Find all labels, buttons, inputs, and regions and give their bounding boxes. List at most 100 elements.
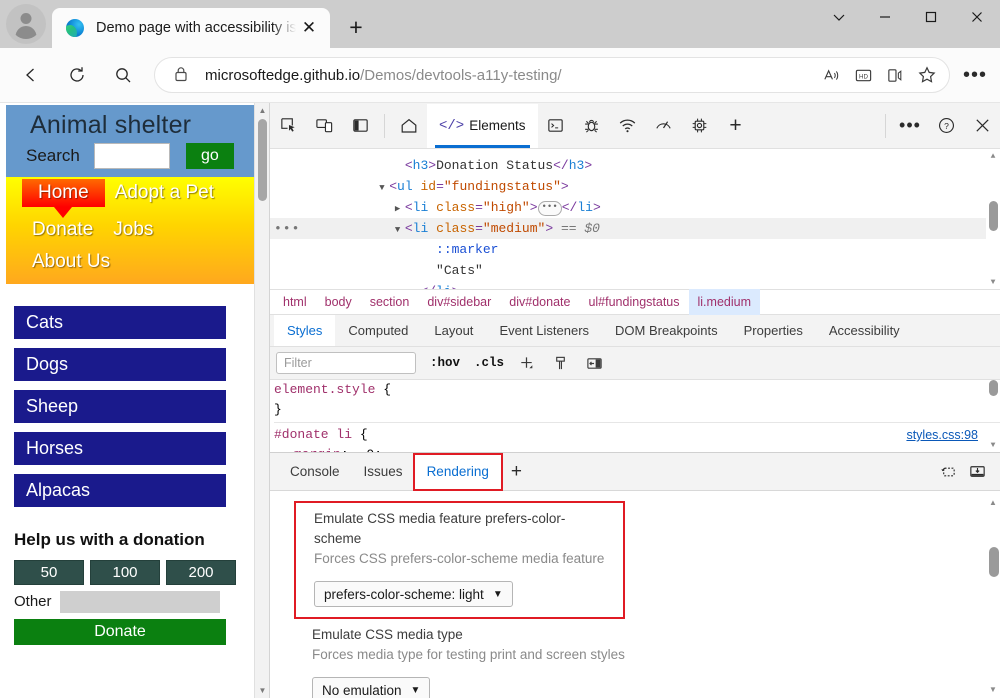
amount-button-50[interactable]: 50: [14, 559, 84, 585]
breadcrumb-item[interactable]: body: [316, 289, 361, 315]
cls-toggle[interactable]: .cls: [474, 356, 504, 370]
inspect-element-icon[interactable]: [272, 111, 304, 141]
help-icon[interactable]: ?: [930, 111, 962, 141]
dom-scroll-up-icon[interactable]: ▲: [986, 149, 1000, 163]
breadcrumb-item[interactable]: ul#fundingstatus: [579, 289, 688, 315]
dom-row-menu-icon[interactable]: •••: [274, 218, 300, 239]
styles-filter-input[interactable]: Filter: [276, 352, 416, 374]
chevron-down-icon[interactable]: [816, 0, 862, 34]
drawer-tab-rendering[interactable]: Rendering: [412, 452, 503, 491]
style-rule-element[interactable]: element.style {: [274, 380, 1000, 400]
dom-tree-scrollbar[interactable]: ▲ ▼: [986, 149, 1000, 289]
hd-icon[interactable]: HD: [847, 59, 879, 91]
dom-collapsed-children-icon[interactable]: •••: [537, 201, 562, 216]
browser-more-button[interactable]: •••: [958, 58, 992, 92]
nav-item-adopt-a-pet[interactable]: Adopt a Pet: [105, 179, 224, 207]
amount-button-200[interactable]: 200: [166, 559, 236, 585]
style-rule-donate[interactable]: #donate li { styles.css:98: [274, 425, 1000, 445]
animal-item-alpacas[interactable]: Alpacas: [14, 473, 226, 507]
immersive-reader-icon[interactable]: [879, 59, 911, 91]
expand-arrow-icon[interactable]: ▸: [356, 446, 366, 452]
dom-scroll-thumb[interactable]: [989, 201, 998, 231]
devtools-more-button[interactable]: •••: [894, 111, 926, 141]
styles-tab-layout[interactable]: Layout: [421, 315, 486, 346]
nav-item-donate[interactable]: Donate: [22, 216, 103, 244]
dock-bottom-icon[interactable]: [962, 459, 992, 485]
styles-tab-accessibility[interactable]: Accessibility: [816, 315, 913, 346]
rendering-scroll-down-icon[interactable]: ▼: [986, 682, 1000, 696]
donate-button[interactable]: Donate: [14, 618, 226, 645]
dom-tree-row[interactable]: "Cats": [270, 260, 1000, 281]
scroll-down-arrow-icon[interactable]: ▼: [255, 683, 269, 698]
dom-tree-row[interactable]: </li>: [270, 281, 1000, 289]
tab-elements[interactable]: </> Elements: [427, 103, 538, 148]
dom-toggle-icon[interactable]: ▶: [395, 199, 405, 220]
breadcrumb[interactable]: html body section div#sidebar div#donate ul#f…: [270, 289, 1000, 315]
back-arrow-icon[interactable]: [13, 57, 49, 93]
console-icon[interactable]: [540, 111, 572, 141]
search-icon[interactable]: [105, 57, 141, 93]
scroll-thumb[interactable]: [258, 119, 267, 201]
profile-button[interactable]: [6, 4, 46, 44]
animal-item-horses[interactable]: Horses: [14, 431, 226, 465]
add-panel-button[interactable]: +: [720, 111, 752, 141]
styles-tab-bar[interactable]: Styles Computed Layout Event Listeners DOM B…: [270, 315, 1000, 347]
home-icon[interactable]: [393, 111, 425, 141]
sources-bug-icon[interactable]: [576, 111, 608, 141]
style-prop-margin[interactable]: margin: ▸0;: [274, 445, 1000, 452]
dom-tree[interactable]: <h3>Donation Status</h3> ▼ <ul id="fundin…: [270, 149, 1000, 289]
dom-toggle-icon[interactable]: ▼: [395, 220, 405, 241]
amount-button-100[interactable]: 100: [90, 559, 160, 585]
styles-scrollbar[interactable]: ▼: [986, 380, 1000, 452]
refresh-icon[interactable]: [59, 57, 95, 93]
favorite-star-icon[interactable]: [911, 59, 943, 91]
styles-scroll-thumb[interactable]: [989, 380, 998, 396]
nav-item-jobs[interactable]: Jobs: [103, 216, 163, 244]
drawer-tab-console[interactable]: Console: [278, 458, 352, 486]
url-input[interactable]: microsoftedge.github.io/Demos/devtools-a…: [154, 57, 950, 93]
dom-tree-row[interactable]: ••• ▼ <li class="medium"> == $0: [270, 218, 1000, 239]
new-tab-button[interactable]: +: [338, 9, 374, 45]
hov-toggle[interactable]: :hov: [430, 356, 460, 370]
prefers-color-scheme-select[interactable]: prefers-color-scheme: light ▼: [314, 581, 513, 607]
rendering-scroll-up-icon[interactable]: ▲: [986, 495, 1000, 509]
close-icon[interactable]: ✕: [296, 15, 322, 41]
styles-tab-event-listeners[interactable]: Event Listeners: [486, 315, 602, 346]
computed-sidebar-icon[interactable]: [582, 352, 606, 374]
breadcrumb-item[interactable]: div#donate: [500, 289, 579, 315]
dom-toggle-icon[interactable]: ▼: [379, 178, 389, 199]
search-input[interactable]: [93, 142, 170, 169]
element-state-icon[interactable]: [548, 352, 572, 374]
drawer-tab-issues[interactable]: Issues: [352, 458, 415, 486]
page-scrollbar[interactable]: ▲ ▼: [254, 103, 269, 698]
styles-tab-dom-breakpoints[interactable]: DOM Breakpoints: [602, 315, 731, 346]
breadcrumb-item[interactable]: html: [274, 289, 316, 315]
memory-chip-icon[interactable]: [684, 111, 716, 141]
styles-tab-properties[interactable]: Properties: [731, 315, 816, 346]
network-wifi-icon[interactable]: [612, 111, 644, 141]
nav-item-about-us[interactable]: About Us: [22, 248, 120, 276]
styles-tab-styles[interactable]: Styles: [274, 315, 336, 346]
rendering-scrollbar[interactable]: ▲ ▼: [986, 495, 1000, 698]
close-icon[interactable]: [954, 0, 1000, 34]
styles-tab-computed[interactable]: Computed: [335, 315, 421, 346]
scroll-up-arrow-icon[interactable]: ▲: [255, 103, 269, 118]
new-style-rule-icon[interactable]: [514, 352, 538, 374]
dom-scroll-down-icon[interactable]: ▼: [986, 275, 1000, 289]
dom-tree-row[interactable]: ▼ <ul id="fundingstatus">: [270, 176, 1000, 197]
dom-tree-row[interactable]: ::marker: [270, 239, 1000, 260]
other-amount-input[interactable]: [59, 590, 220, 613]
restore-drawer-icon[interactable]: [932, 459, 962, 485]
style-source-link[interactable]: styles.css:98: [906, 425, 978, 445]
animal-item-dogs[interactable]: Dogs: [14, 347, 226, 381]
browser-tab[interactable]: Demo page with accessibility issu ✕: [52, 8, 330, 48]
devtools-close-icon[interactable]: [966, 111, 998, 141]
dock-side-icon[interactable]: [344, 111, 376, 141]
read-aloud-icon[interactable]: [815, 59, 847, 91]
rendering-scroll-thumb[interactable]: [989, 547, 999, 577]
breadcrumb-item[interactable]: section: [361, 289, 419, 315]
styles-scroll-down-icon[interactable]: ▼: [986, 438, 1000, 452]
minimize-icon[interactable]: [862, 0, 908, 34]
device-emulation-icon[interactable]: [308, 111, 340, 141]
media-type-select[interactable]: No emulation ▼: [312, 677, 431, 698]
